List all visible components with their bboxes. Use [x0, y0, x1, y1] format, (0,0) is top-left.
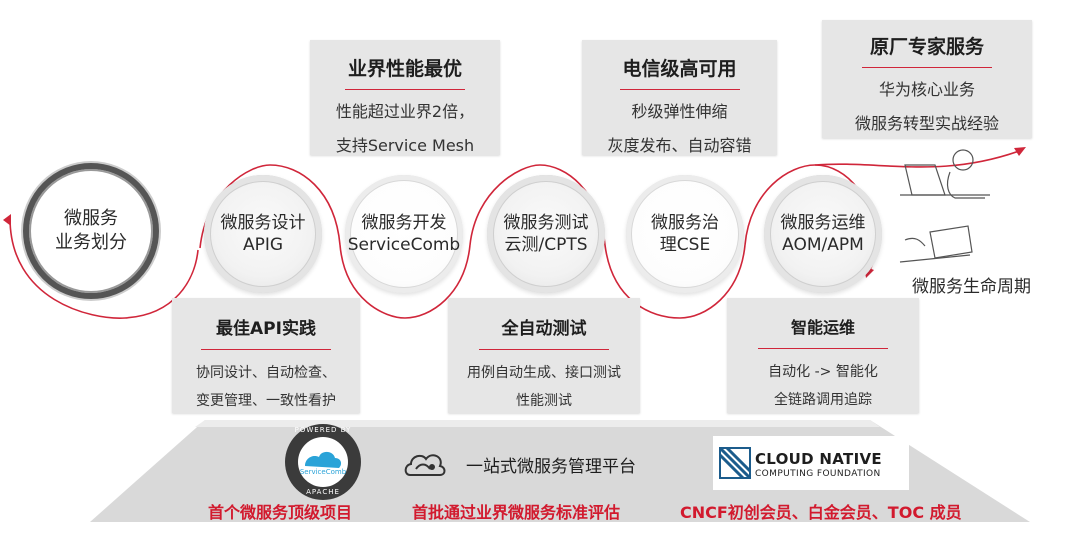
platform-center-label: 一站式微服务管理平台 — [466, 457, 636, 477]
callout-title: 业界性能最优 — [347, 58, 462, 80]
callout-line: 用例自动生成、接口测试 — [467, 365, 621, 381]
node-ops-aom: 微服务运维 AOM/APM — [764, 175, 882, 293]
node-label: 微服务治 — [651, 213, 719, 233]
callout-title: 最佳API实践 — [216, 319, 316, 339]
callout-line: 变更管理、一致性看护 — [196, 393, 336, 409]
node-test-cpts: 微服务测试 云测/CPTS — [487, 175, 605, 293]
platform-cloud-icon — [402, 447, 448, 481]
lifecycle-arrow-left — [3, 214, 11, 226]
badge-top-level-project: 首个微服务顶级项目 — [208, 503, 353, 522]
callout-line: 华为核心业务 — [878, 80, 975, 99]
callout-line: 灰度发布、自动容错 — [607, 136, 752, 155]
cncf-line1: CLOUD NATIVE — [755, 450, 882, 468]
callout-divider — [201, 349, 331, 350]
node-label: AOM/APM — [782, 235, 864, 255]
node-business-split: 微服务 业务划分 — [23, 163, 159, 299]
callout-line: 性能超过业界2倍， — [335, 102, 475, 121]
node-label: APIG — [242, 235, 284, 255]
callout-divider — [479, 349, 609, 350]
node-label: 微服务测试 — [503, 213, 589, 233]
apache-ring-bottom: APACHE — [306, 488, 340, 496]
callout-top-expert: 原厂专家服务 华为核心业务 微服务转型实战经验 — [822, 20, 1032, 138]
callout-line: 协同设计、自动检查、 — [196, 365, 336, 381]
node-label: 业务划分 — [55, 232, 127, 253]
cncf-logo-icon — [719, 447, 751, 479]
callout-divider — [758, 348, 888, 349]
node-label: 微服务运维 — [780, 213, 866, 233]
lifecycle-label: 微服务生命周期 — [912, 277, 1031, 297]
node-label: 微服务设计 — [220, 213, 306, 233]
callout-divider — [862, 67, 992, 68]
callout-top-performance: 业界性能最优 性能超过业界2倍， 支持Service Mesh — [310, 40, 500, 155]
expert-sketch-icon — [900, 149, 990, 199]
node-label: ServiceComb — [347, 235, 461, 255]
callout-title: 原厂专家服务 — [869, 36, 984, 58]
callout-divider — [619, 89, 740, 90]
badge-cncf-membership: CNCF初创会员、白金会员、TOC 成员 — [680, 503, 962, 522]
callout-line: 自动化 -> 智能化 — [768, 364, 878, 380]
callout-title: 全自动测试 — [501, 319, 587, 339]
badge-standard-evaluation: 首批通过业界微服务标准评估 — [412, 503, 621, 522]
node-design-apig: 微服务设计 APIG — [204, 175, 322, 293]
callout-top-availability: 电信级高可用 秒级弹性伸缩 灰度发布、自动容错 — [582, 40, 777, 155]
node-label: 理CSE — [659, 235, 711, 255]
callout-line: 全链路调用追踪 — [774, 392, 872, 408]
callout-divider — [345, 89, 465, 90]
callout-bottom-api: 最佳API实践 协同设计、自动检查、 变更管理、一致性看护 — [172, 298, 360, 413]
apache-center-label: ServiceComb — [299, 468, 347, 476]
callout-line: 秒级弹性伸缩 — [631, 102, 728, 121]
callout-title: 智能运维 — [790, 318, 855, 337]
node-label: 微服务开发 — [361, 213, 447, 233]
apache-servicecomb-badge: POWERED BY ServiceComb APACHE — [283, 422, 363, 502]
cncf-line2: COMPUTING FOUNDATION — [755, 469, 881, 479]
apache-ring-top: POWERED BY — [294, 426, 352, 434]
callout-bottom-ops: 智能运维 自动化 -> 智能化 全链路调用追踪 — [727, 298, 919, 413]
node-govern-cse: 微服务治 理CSE — [626, 175, 744, 293]
callout-line: 微服务转型实战经验 — [854, 114, 999, 133]
node-dev-servicecomb: 微服务开发 ServiceComb — [345, 175, 463, 293]
node-label: 微服务 — [64, 208, 118, 229]
callout-line: 性能测试 — [516, 393, 572, 409]
cncf-logo: CLOUD NATIVE COMPUTING FOUNDATION — [713, 436, 909, 490]
callout-bottom-testing: 全自动测试 用例自动生成、接口测试 性能测试 — [448, 298, 640, 413]
callout-title: 电信级高可用 — [622, 58, 737, 80]
node-label: 云测/CPTS — [504, 235, 588, 255]
callout-line: 支持Service Mesh — [335, 136, 475, 155]
laptop-sketch-icon — [899, 225, 973, 263]
